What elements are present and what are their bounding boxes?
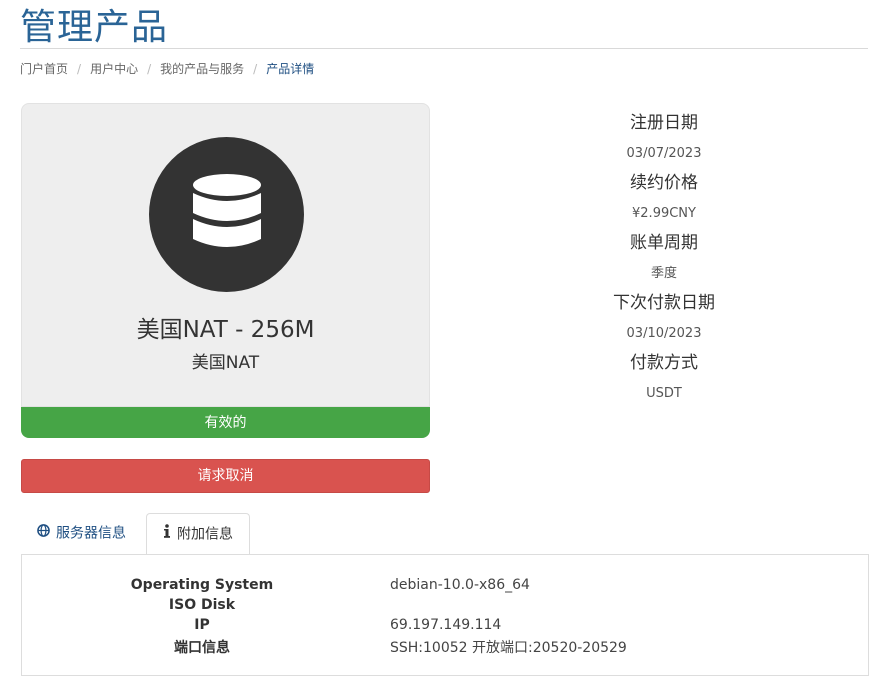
detail-key-iso: ISO Disk xyxy=(168,597,236,613)
breadcrumb-my-products[interactable]: 我的产品与服务 xyxy=(160,62,244,76)
breadcrumb: 门户首页 / 用户中心 / 我的产品与服务 / 产品详情 xyxy=(20,62,315,76)
reg-date-value: 03/07/2023 xyxy=(626,146,702,161)
next-due-label: 下次付款日期 xyxy=(613,293,715,313)
detail-value-ports: SSH:10052 开放端口:20520-20529 xyxy=(390,640,627,656)
detail-key-ip: IP xyxy=(194,617,210,633)
detail-row-os: Operating System debian-10.0-x86_64 xyxy=(22,577,868,597)
tab-content-panel: Operating System debian-10.0-x86_64 ISO … xyxy=(21,554,869,676)
breadcrumb-home[interactable]: 门户首页 xyxy=(20,62,68,76)
reg-date-label: 注册日期 xyxy=(630,113,698,133)
tab-server-info-label: 服务器信息 xyxy=(56,525,126,542)
detail-key-os: Operating System xyxy=(130,577,274,593)
product-group: 美国NAT xyxy=(191,353,260,373)
tab-addon-info-label: 附加信息 xyxy=(177,526,233,543)
detail-row-iso: ISO Disk xyxy=(22,597,868,617)
tab-addon-info[interactable]: 附加信息 xyxy=(146,513,250,555)
request-cancel-button[interactable]: 请求取消 xyxy=(21,459,430,493)
product-name: 美国NAT - 256M xyxy=(136,317,315,343)
payment-method-label: 付款方式 xyxy=(630,353,698,373)
renew-price-value: ¥2.99CNY xyxy=(632,206,696,221)
billing-info-panel: 注册日期 03/07/2023 续约价格 ¥2.99CNY 账单周期 季度 下次… xyxy=(480,109,848,409)
billing-cycle-label: 账单周期 xyxy=(630,233,698,253)
breadcrumb-user-center[interactable]: 用户中心 xyxy=(90,62,138,76)
next-due-value: 03/10/2023 xyxy=(626,326,702,341)
tab-server-info[interactable]: 服务器信息 xyxy=(21,513,142,554)
payment-method-value: USDT xyxy=(646,386,682,401)
renew-price-label: 续约价格 xyxy=(630,173,698,193)
product-card: 美国NAT - 256M 美国NAT xyxy=(21,103,430,407)
detail-row-ports: 端口信息 SSH:10052 开放端口:20520-20529 xyxy=(22,637,868,657)
database-icon xyxy=(192,173,261,247)
info-icon xyxy=(163,514,171,555)
detail-key-ports: 端口信息 xyxy=(174,640,230,656)
status-badge: 有效的 xyxy=(21,407,430,438)
billing-cycle-value: 季度 xyxy=(650,266,677,281)
detail-tabs: 服务器信息 附加信息 xyxy=(21,513,869,555)
detail-value-ip: 69.197.149.114 xyxy=(390,617,502,633)
globe-icon xyxy=(37,513,50,554)
product-icon-circle xyxy=(149,137,304,292)
title-divider xyxy=(20,48,868,49)
page-title: 管理产品 xyxy=(20,7,169,48)
detail-row-ip: IP 69.197.149.114 xyxy=(22,617,868,637)
detail-value-os: debian-10.0-x86_64 xyxy=(390,577,530,593)
breadcrumb-current: 产品详情 xyxy=(266,62,315,76)
